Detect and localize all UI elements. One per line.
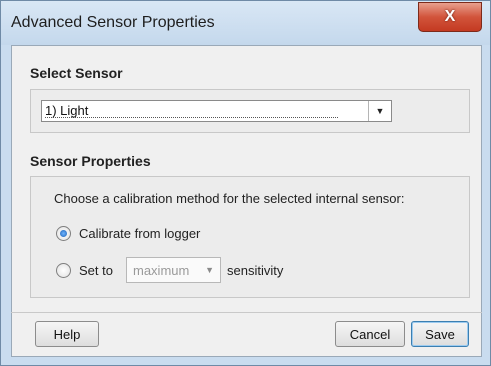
calibration-instruction: Choose a calibration method for the sele…: [54, 191, 405, 206]
dialog-window: Advanced Sensor Properties X Select Sens…: [0, 0, 491, 366]
title-bar[interactable]: Advanced Sensor Properties X: [1, 1, 490, 45]
sensor-properties-heading: Sensor Properties: [30, 153, 151, 169]
sensitivity-label: sensitivity: [227, 263, 284, 278]
sensor-select[interactable]: 1) Light ▼: [41, 100, 392, 122]
chevron-down-icon: ▼: [205, 265, 214, 275]
help-button-label: Help: [53, 326, 81, 342]
cancel-button-label: Cancel: [349, 326, 391, 342]
calibrate-from-logger-label[interactable]: Calibrate from logger: [79, 226, 200, 241]
sensitivity-select: maximum ▼: [126, 257, 221, 283]
sensor-select-value: 1) Light: [45, 104, 339, 118]
close-icon: X: [444, 8, 456, 25]
set-to-label[interactable]: Set to: [79, 263, 113, 278]
cancel-button[interactable]: Cancel: [335, 321, 405, 347]
window-title: Advanced Sensor Properties: [11, 14, 215, 31]
chevron-down-icon[interactable]: ▼: [368, 101, 391, 121]
help-button[interactable]: Help: [35, 321, 99, 347]
sensitivity-select-value: maximum: [133, 263, 190, 278]
select-sensor-heading: Select Sensor: [30, 65, 123, 81]
save-button-label: Save: [425, 326, 455, 342]
close-button[interactable]: X: [418, 2, 482, 32]
save-button[interactable]: Save: [411, 321, 469, 347]
set-to-radio[interactable]: [56, 263, 71, 278]
footer-divider: [11, 312, 482, 313]
calibrate-from-logger-radio[interactable]: [56, 226, 71, 241]
